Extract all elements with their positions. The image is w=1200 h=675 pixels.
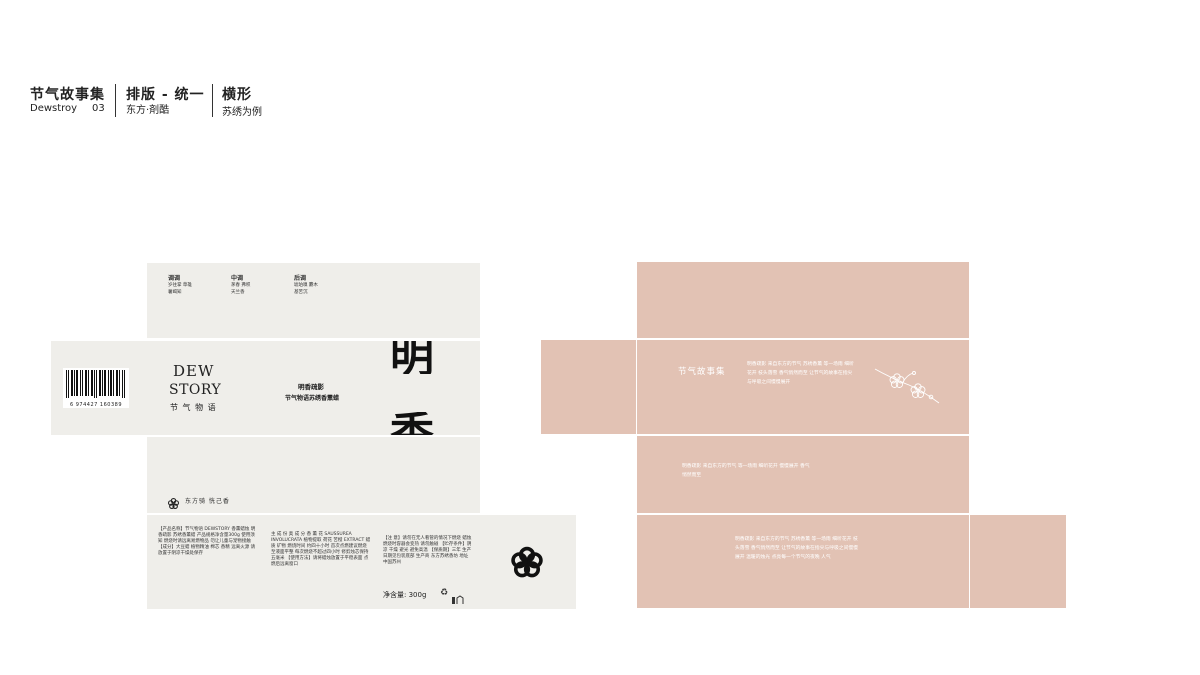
series-name: 东方骑 恍己香 xyxy=(185,498,230,505)
notes-col2-line1: 茅春 弗积 xyxy=(231,283,251,288)
brand-line-1: DEW xyxy=(173,362,215,380)
plum-blossom-icon xyxy=(873,365,943,409)
net-weight: 净含量: 300g xyxy=(383,591,427,599)
notes-col3-line1: 琥珀嗅 麝木 xyxy=(294,283,318,288)
product-line-2: 节气物语苏绣香薰蜡 xyxy=(285,395,340,402)
page-number: 03 xyxy=(92,103,105,114)
top-panel xyxy=(147,263,480,338)
section-sub: 东方·剤酷 xyxy=(126,105,170,116)
big-char-panel-clip-bottom: 香 xyxy=(390,412,460,435)
topic-title: 横形 xyxy=(222,87,252,103)
pink-text-block-1: 明香疏影 来自东方的节气 苏绣香薰 等一场雨 细听花开 枝头落雪 香气悄然而至 … xyxy=(747,362,854,385)
notes-col1-line2: 薯竭知 xyxy=(168,290,182,295)
pink-right-flap xyxy=(970,515,1066,608)
info-column-1: 【产品名称】节气物语 DEWSTORY 香薰蜡烛 明香疏影 苏绣香薰蜡 产品规格… xyxy=(158,527,256,556)
notes-col3-line2: 基苦沉 xyxy=(294,290,308,295)
header-divider-1 xyxy=(115,84,116,117)
pink-text-block-2: 明香疏影 来自东方的节气 等一场雨 细听花开 慢慢展开 香气悄然而至 xyxy=(682,464,810,478)
info-column-3: 【注 意】请勿在无人看管的情况下燃烧 蜡烛燃烧时容器会变热 请勿触碰 【贮存条件… xyxy=(383,536,472,565)
notes-col3-title: 后调 xyxy=(294,275,307,282)
header-divider-2 xyxy=(212,84,213,117)
notes-col2-line2: 天兰香 xyxy=(231,290,245,295)
brand-line-2: STORY xyxy=(169,382,222,398)
big-char-panel-clip-top: 明 xyxy=(390,341,460,374)
notes-col1-line1: 岁往掌 草雄 xyxy=(168,283,192,288)
eco-mark-icon xyxy=(451,589,465,604)
big-char-1: 明 xyxy=(390,341,434,374)
barcode-number: 6 974427 160389 xyxy=(69,402,123,408)
notes-col2-title: 中调 xyxy=(231,275,244,282)
series-en: Dewstroy xyxy=(30,103,78,114)
recycle-icon: ♻ xyxy=(440,588,449,598)
brand-cn: 节 气 物 语 xyxy=(170,403,217,412)
product-line-1: 明香疏影 xyxy=(298,383,324,391)
big-char-2: 香 xyxy=(390,412,460,435)
barcode: 6 974427 160389 xyxy=(63,368,129,408)
lid-logo-icon xyxy=(168,494,179,513)
pink-top-panel xyxy=(637,262,969,338)
pink-text-block-3: 明香疏影 来自东方的节气 苏绣香薰 等一场雨 细听花开 枝头落雪 香气悄然而至 … xyxy=(735,537,858,560)
info-column-2: 主 成 份 奥 成 分 香 薰 花 SAUSSUREA INVOLUCRATA … xyxy=(271,532,371,567)
series-title: 节气故事集 xyxy=(30,87,105,103)
knot-logo-icon xyxy=(509,545,545,585)
notes-col1-title: 调调 xyxy=(168,275,181,282)
barcode-icon xyxy=(66,370,125,398)
topic-sub: 苏绣为例 xyxy=(222,107,262,118)
pink-left-flap xyxy=(541,340,636,434)
pink-brand-title: 节气故事集 xyxy=(678,367,726,377)
